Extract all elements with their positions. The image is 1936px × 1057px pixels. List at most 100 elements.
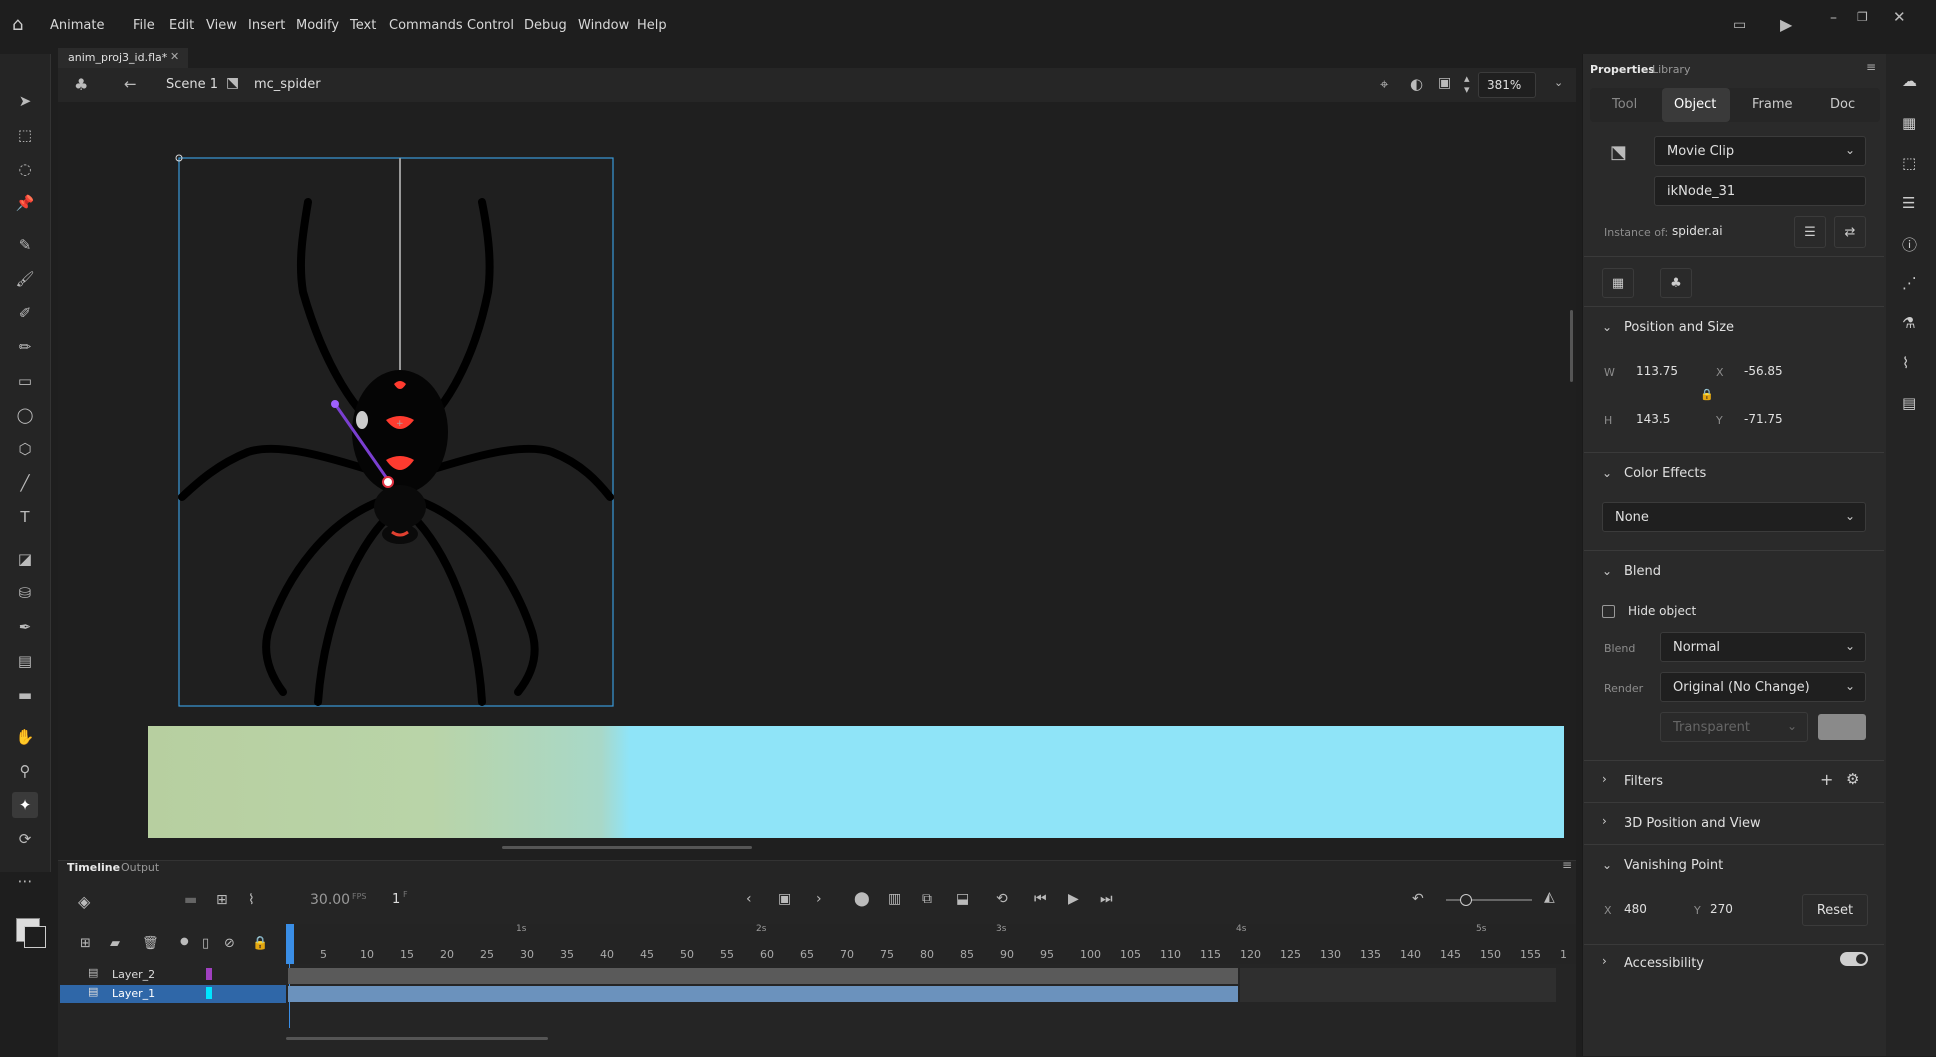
layer-2-frames[interactable] — [288, 968, 1238, 984]
fps-value[interactable]: 30.00 — [310, 892, 350, 908]
menu-help[interactable]: Help — [637, 18, 667, 33]
eyedropper-icon[interactable]: ✒ — [12, 614, 38, 640]
hide-all-icon[interactable]: ⊘ — [224, 936, 235, 951]
keyframe-icon[interactable]: ▣ — [778, 891, 791, 907]
horizontal-scrollbar[interactable] — [502, 846, 752, 849]
lock-icon[interactable]: 🔒 — [1700, 388, 1714, 401]
layer-1-frames[interactable] — [288, 986, 1238, 1002]
tab-doc[interactable]: Doc — [1830, 97, 1855, 112]
blend-dropdown[interactable]: Normal ⌄ — [1660, 632, 1866, 662]
add-filter-icon[interactable]: + — [1820, 770, 1833, 789]
info-icon[interactable]: ⓘ — [1902, 234, 1917, 255]
delete-layer-icon[interactable]: 🗑 — [142, 936, 159, 951]
hide-object-checkbox[interactable] — [1602, 605, 1615, 618]
layer-color-swatch[interactable] — [206, 987, 212, 999]
fit-timeline-icon[interactable]: ◭ — [1544, 889, 1555, 905]
components-icon[interactable]: ▤ — [1902, 394, 1916, 412]
more-tools-icon[interactable]: ⋯ — [12, 868, 38, 894]
layer-row[interactable]: ▤ Layer_2 — [60, 966, 286, 984]
timeline-menu-icon[interactable]: ≡ — [1562, 858, 1572, 872]
free-transform-icon[interactable]: ⬚ — [12, 122, 38, 148]
bone-tool-icon[interactable]: ✦ — [12, 792, 38, 818]
graph-icon[interactable]: ⌇ — [248, 892, 255, 908]
lasso-icon[interactable]: ◌ — [12, 156, 38, 182]
y-value[interactable]: -71.75 — [1744, 412, 1783, 426]
step-forward-icon[interactable]: ⏭ — [1100, 891, 1113, 907]
timeline-scrollbar[interactable] — [286, 1037, 548, 1040]
prev-keyframe-icon[interactable]: ‹ — [746, 891, 752, 907]
layer-color-swatch[interactable] — [206, 968, 212, 980]
edit-symbol-properties-button[interactable]: ☰ — [1794, 216, 1826, 248]
highlight-layer-icon[interactable]: ● — [180, 936, 189, 947]
properties-tab[interactable]: Properties — [1590, 63, 1655, 76]
motion-presets-icon[interactable]: ⋰ — [1902, 274, 1917, 292]
x-value[interactable]: -56.85 — [1744, 364, 1783, 378]
tween-icon-1[interactable]: ▥ — [888, 891, 901, 907]
menu-debug[interactable]: Debug — [524, 18, 567, 33]
outline-toggle-icon[interactable]: ▯ — [202, 936, 209, 951]
polystar-icon[interactable]: ⬡ — [12, 436, 38, 462]
position-size-header[interactable]: Position and Size — [1624, 320, 1734, 335]
zoom-dropdown-icon[interactable]: ⌄ — [1554, 76, 1563, 89]
rectangle-icon[interactable]: ▭ — [12, 368, 38, 394]
height-value[interactable]: 143.5 — [1636, 412, 1670, 426]
onion-skin-icon[interactable]: ⬤ — [854, 891, 870, 907]
hand-icon[interactable]: ✋ — [12, 724, 38, 750]
filter-settings-icon[interactable]: ⚙ — [1846, 770, 1859, 788]
accessibility-toggle[interactable] — [1840, 952, 1868, 966]
reset-button[interactable]: Reset — [1802, 894, 1868, 926]
brush-icon[interactable]: 🖌 — [12, 266, 38, 292]
zoom-icon[interactable]: ⚲ — [12, 758, 38, 784]
chevron-down-icon[interactable]: ⌄ — [1602, 564, 1612, 578]
fluid-brush-icon[interactable]: ✎ — [12, 232, 38, 258]
play-icon[interactable]: ▶ — [1068, 891, 1079, 907]
loop-icon[interactable]: ⟲ — [996, 891, 1008, 907]
chevron-down-icon[interactable]: ⌄ — [1602, 466, 1612, 480]
render-dropdown[interactable]: Original (No Change) ⌄ — [1660, 672, 1866, 702]
stage-area[interactable]: + — [58, 102, 1576, 862]
tween-icon-3[interactable]: ⬓ — [956, 891, 969, 907]
paint-bucket-icon[interactable]: ⛁ — [12, 580, 38, 606]
rotate-stage-icon[interactable]: ◐ — [1410, 75, 1423, 93]
next-keyframe-icon[interactable]: › — [816, 891, 822, 907]
chevron-down-icon[interactable]: ⌄ — [1602, 858, 1612, 872]
menu-view[interactable]: View — [206, 18, 237, 33]
menu-modify[interactable]: Modify — [296, 18, 339, 33]
edit-symbols-icon[interactable]: ♣ — [74, 75, 88, 94]
restore-icon[interactable]: ❐ — [1857, 10, 1868, 24]
layer-parenting-icon[interactable]: ⊞ — [216, 892, 228, 908]
tab-output[interactable]: Output — [121, 861, 159, 874]
three-d-header[interactable]: 3D Position and View — [1624, 816, 1761, 831]
library-icon[interactable]: ▦ — [1902, 114, 1916, 132]
library-tab[interactable]: Library — [1652, 63, 1690, 76]
menu-insert[interactable]: Insert — [248, 18, 285, 33]
tween-icon-2[interactable]: ⧉ — [922, 891, 932, 907]
layer-row[interactable]: ▤ Layer_1 — [60, 985, 286, 1003]
timeline-zoom-slider[interactable] — [1446, 894, 1532, 906]
assets-icon[interactable]: ⚗ — [1902, 314, 1915, 332]
layout-icon[interactable]: ▭ — [1733, 17, 1746, 33]
symbol-breadcrumb[interactable]: mc_spider — [254, 77, 321, 92]
vp-x-value[interactable]: 480 — [1624, 902, 1647, 916]
fill-color-swatch[interactable] — [24, 926, 46, 948]
camera-icon[interactable]: ▬ — [12, 682, 38, 708]
width-value[interactable]: 113.75 — [1636, 364, 1678, 378]
step-back-icon[interactable]: ⏮ — [1034, 891, 1047, 907]
new-folder-icon[interactable]: ▰ — [110, 936, 120, 951]
eraser-icon[interactable]: ◪ — [12, 546, 38, 572]
current-frame[interactable]: 1 — [392, 892, 400, 907]
panel-menu-icon[interactable]: ≡ — [1866, 60, 1876, 74]
chevron-right-icon[interactable]: › — [1602, 814, 1607, 828]
vp-y-value[interactable]: 270 — [1710, 902, 1733, 916]
layers-icon[interactable]: ◈ — [78, 892, 90, 911]
gradient-icon[interactable]: ▤ — [12, 648, 38, 674]
edit-in-place-button[interactable]: ♣ — [1660, 268, 1692, 298]
tab-tool[interactable]: Tool — [1612, 97, 1637, 112]
close-window-icon[interactable]: ✕ — [1893, 8, 1906, 26]
snap-icon[interactable]: ⌖ — [1380, 75, 1388, 93]
chevron-right-icon[interactable]: › — [1602, 772, 1607, 786]
oval-icon[interactable]: ◯ — [12, 402, 38, 428]
transform-icon[interactable]: ⬚ — [1902, 154, 1916, 172]
frame-picker-button[interactable]: ▦ — [1602, 268, 1634, 298]
symbol-type-dropdown[interactable]: Movie Clip ⌄ — [1654, 136, 1866, 166]
